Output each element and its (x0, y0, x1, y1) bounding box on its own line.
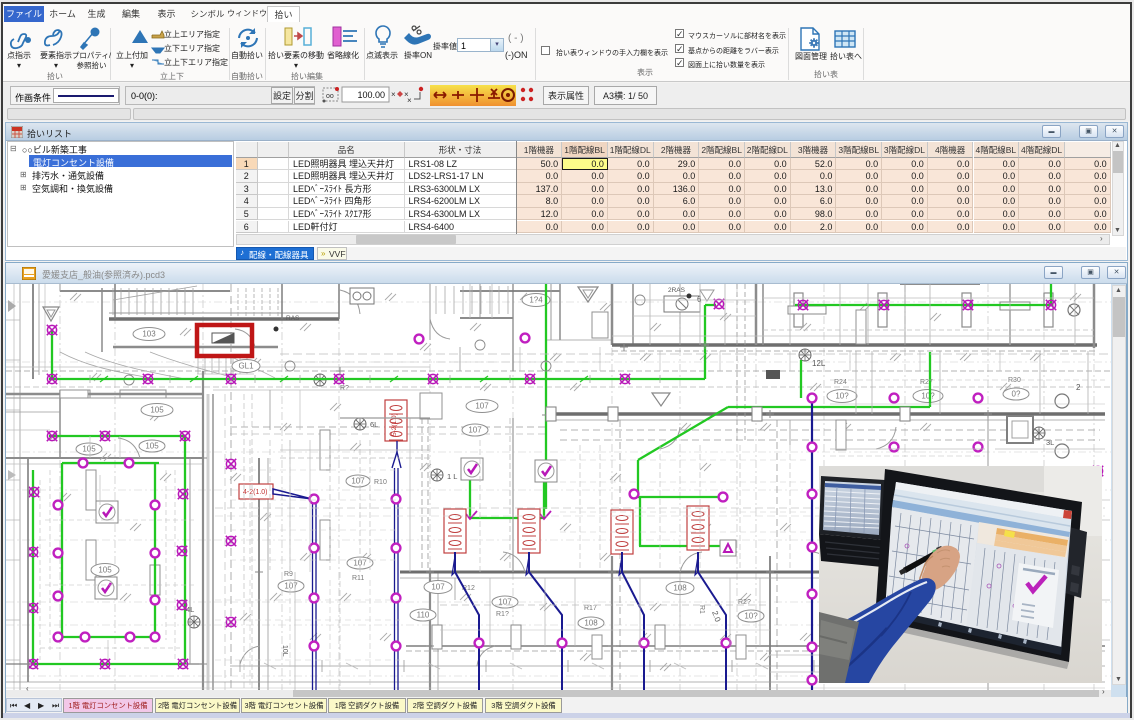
svg-text:10?: 10? (835, 392, 849, 401)
svg-text:107: 107 (431, 583, 445, 592)
svg-text:0?: 0? (1012, 390, 1021, 399)
svg-text:2: 2 (1076, 383, 1081, 392)
svg-text:2RAS: 2RAS (668, 287, 686, 294)
svg-text:GL1: GL1 (238, 362, 254, 371)
svg-text:R1?: R1? (496, 611, 509, 618)
svg-text:5-2(1.0): 5-2(1.0) (391, 413, 398, 436)
svg-text:107: 107 (468, 426, 482, 435)
svg-text:R?: R? (340, 385, 349, 392)
svg-text:10L: 10L (281, 645, 288, 657)
svg-text:6L: 6L (370, 420, 378, 429)
svg-text:3L: 3L (1046, 438, 1054, 447)
svg-text:10?: 10? (921, 392, 935, 401)
svg-text:R10: R10 (374, 479, 387, 486)
svg-text:105: 105 (145, 442, 159, 451)
svg-text:R17: R17 (584, 605, 597, 612)
svg-text:107: 107 (284, 582, 298, 591)
svg-text:108: 108 (584, 619, 598, 628)
svg-text:oo: oo (326, 93, 334, 100)
svg-text:1 L: 1 L (447, 472, 457, 481)
svg-text:110: 110 (417, 611, 430, 620)
svg-text:107: 107 (475, 402, 489, 411)
svg-text:10?: 10? (744, 612, 758, 621)
svg-text:RAS: RAS (286, 315, 300, 322)
svg-text:6: 6 (697, 295, 702, 304)
svg-text:R30: R30 (1008, 377, 1021, 384)
svg-text:R9: R9 (284, 571, 293, 578)
svg-text:105: 105 (82, 445, 96, 454)
svg-text:1?4: 1?4 (529, 296, 543, 305)
svg-text:4-2(1.0): 4-2(1.0) (243, 489, 268, 496)
svg-text:105: 105 (98, 566, 112, 575)
svg-text:105: 105 (150, 406, 164, 415)
svg-text:×: × (391, 90, 396, 99)
svg-text:R11: R11 (352, 575, 364, 582)
svg-text:12L: 12L (812, 359, 826, 368)
svg-text:×: × (407, 96, 412, 105)
svg-text:103: 103 (142, 330, 156, 339)
svg-text:R1: R1 (698, 605, 705, 614)
svg-text:100.00: 100.00 (357, 90, 385, 100)
svg-text:107: 107 (351, 477, 365, 486)
